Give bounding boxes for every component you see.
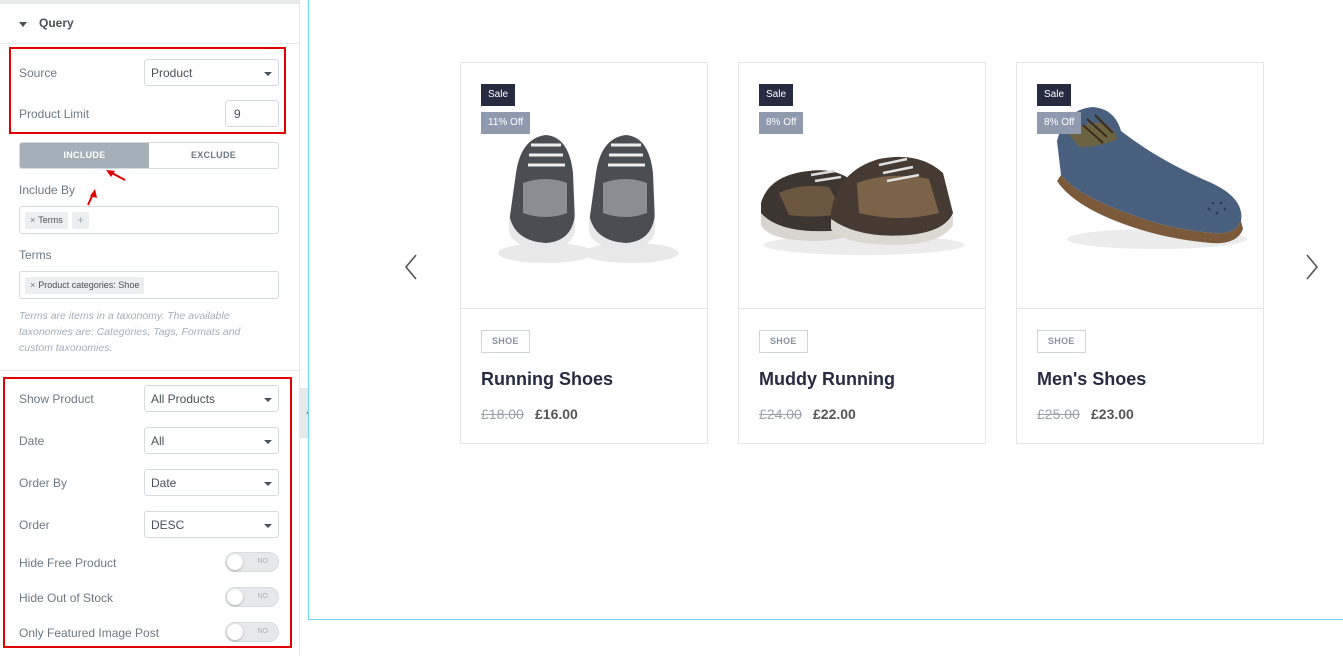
price-original: £25.00 — [1037, 406, 1080, 422]
preview-area: Sale 11% Off SHOE Running Shoes £18.00 £… — [308, 0, 1343, 620]
include-by-label: Include By — [19, 183, 76, 197]
terms-chip[interactable]: × Product categories: Shoe — [25, 277, 145, 294]
carousel-prev-button[interactable] — [403, 253, 419, 281]
include-by-chip[interactable]: × Terms — [25, 212, 68, 229]
remove-chip-icon[interactable]: × — [30, 280, 35, 290]
carousel-next-button[interactable] — [1304, 253, 1320, 281]
price-sale: £23.00 — [1091, 406, 1134, 422]
editor-panel: Query Source Product Product Limit 9 INC… — [0, 0, 300, 656]
product-image[interactable]: Sale 8% Off — [739, 63, 985, 309]
category-tag[interactable]: SHOE — [1037, 330, 1086, 353]
add-chip-icon[interactable]: + — [72, 212, 89, 229]
red-arrow-icon — [106, 170, 126, 181]
product-card[interactable]: Sale 11% Off SHOE Running Shoes £18.00 £… — [460, 62, 708, 444]
product-image[interactable]: Sale 8% Off — [1017, 63, 1263, 309]
tab-include[interactable]: INCLUDE — [20, 143, 149, 168]
query-section-header[interactable]: Query — [0, 4, 300, 44]
panel-divider — [0, 370, 300, 371]
tab-exclude[interactable]: EXCLUDE — [149, 143, 278, 168]
product-card[interactable]: Sale 8% Off SHOE Men's Shoes £25.00 £23.… — [1016, 62, 1264, 444]
highlight-box-filters — [3, 377, 292, 648]
include-exclude-tabs: INCLUDE EXCLUDE — [19, 142, 279, 169]
price-sale: £16.00 — [535, 406, 578, 422]
highlight-box-source — [9, 47, 286, 134]
price-original: £18.00 — [481, 406, 524, 422]
product-title[interactable]: Men's Shoes — [1037, 369, 1146, 390]
discount-badge: 8% Off — [759, 112, 804, 134]
sale-badge: Sale — [1037, 84, 1072, 106]
section-title: Query — [39, 16, 74, 30]
sale-badge: Sale — [759, 84, 794, 106]
discount-badge: 11% Off — [481, 112, 531, 134]
remove-chip-icon[interactable]: × — [30, 215, 35, 225]
price-original: £24.00 — [759, 406, 802, 422]
terms-description: Terms are items in a taxonomy. The avail… — [19, 310, 241, 354]
red-arrow-icon — [87, 189, 97, 206]
product-title[interactable]: Muddy Running — [759, 369, 895, 390]
terms-select[interactable]: × Product categories: Shoe — [19, 271, 279, 299]
include-by-select[interactable]: × Terms + — [19, 206, 279, 234]
product-title[interactable]: Running Shoes — [481, 369, 613, 390]
category-tag[interactable]: SHOE — [759, 330, 808, 353]
sale-badge: Sale — [481, 84, 516, 106]
product-image[interactable]: Sale 11% Off — [461, 63, 707, 309]
price-sale: £22.00 — [813, 406, 856, 422]
terms-label: Terms — [19, 248, 52, 262]
collapse-arrow-icon — [19, 22, 27, 27]
product-card[interactable]: Sale 8% Off SHOE Muddy Running £24.00 £2… — [738, 62, 986, 444]
category-tag[interactable]: SHOE — [481, 330, 530, 353]
discount-badge: 8% Off — [1037, 112, 1082, 134]
